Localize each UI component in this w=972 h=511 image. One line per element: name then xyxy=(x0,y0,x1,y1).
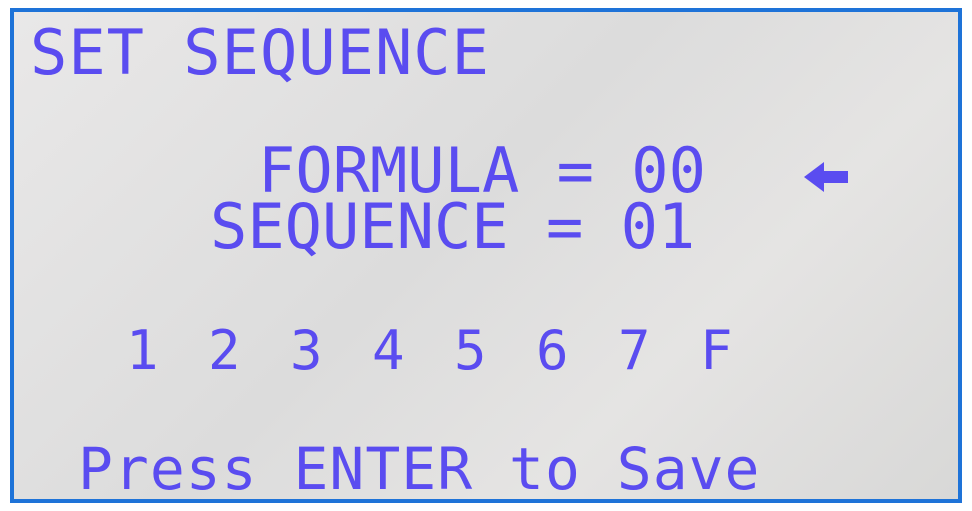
step-item[interactable]: 6 xyxy=(536,324,618,378)
save-instruction: Press ENTER to Save xyxy=(78,435,761,503)
screen-title: SET SEQUENCE xyxy=(30,16,490,89)
step-item[interactable]: F xyxy=(700,324,782,378)
left-arrow-icon xyxy=(804,162,848,192)
step-item[interactable]: 1 xyxy=(126,324,208,378)
device-bezel: SET SEQUENCE FORMULA = 00 SEQUENCE = 01 … xyxy=(0,0,972,511)
step-list: 1 2 3 4 5 6 7 F xyxy=(126,324,782,378)
step-item[interactable]: 3 xyxy=(290,324,372,378)
step-item[interactable]: 4 xyxy=(372,324,454,378)
step-item[interactable]: 5 xyxy=(454,324,536,378)
sequence-field[interactable]: SEQUENCE = 01 xyxy=(210,196,695,258)
step-item[interactable]: 7 xyxy=(618,324,700,378)
step-item[interactable]: 2 xyxy=(208,324,290,378)
lcd-screen: SET SEQUENCE FORMULA = 00 SEQUENCE = 01 … xyxy=(10,8,962,503)
